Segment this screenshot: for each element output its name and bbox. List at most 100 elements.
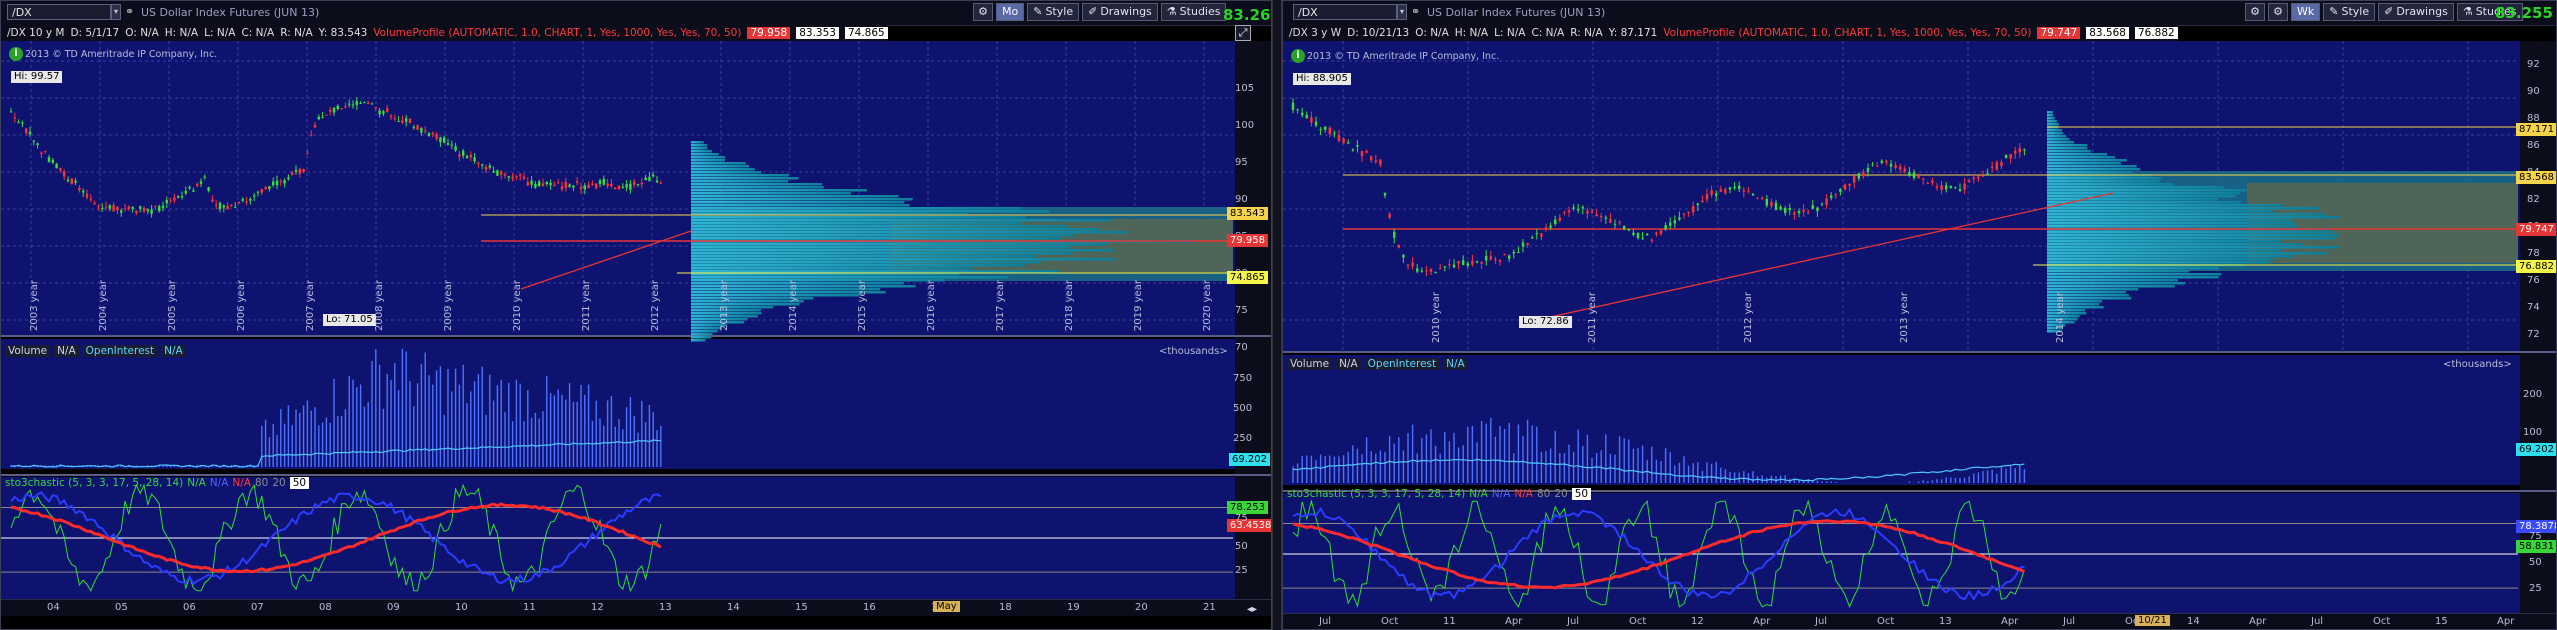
settings-icon[interactable]: ⚙ — [973, 3, 993, 21]
volume-profile-bar — [691, 195, 899, 198]
candle-body — [1443, 266, 1446, 268]
candle-body — [180, 196, 184, 198]
candle-body — [1544, 227, 1548, 229]
time-axis-label: 15 — [2435, 616, 2448, 627]
volume-profile-bar — [691, 261, 1041, 264]
candle-body — [469, 154, 472, 158]
stoch-axis-50: 50 — [2529, 557, 2542, 568]
time-axis-label: Apr — [2001, 616, 2019, 627]
vol-axis-100: 100 — [2523, 427, 2543, 438]
volume-profile-bar — [2047, 249, 2282, 252]
info-y: Y: 83.543 — [318, 27, 368, 39]
candle-body — [226, 205, 229, 210]
candle-body — [560, 186, 564, 190]
info-icon[interactable]: i — [9, 47, 23, 61]
settings2-icon[interactable]: ⚙ — [2268, 3, 2288, 21]
candle-body — [1632, 232, 1635, 236]
volume-profile-bar — [2047, 204, 2284, 207]
symbol-input-right[interactable]: /DX — [1293, 4, 1397, 20]
stoch-axis-50: 50 — [1235, 541, 1248, 552]
candle-body — [1954, 187, 1957, 189]
candle-body — [101, 207, 104, 209]
candle-body — [116, 207, 119, 211]
drawings-button[interactable]: ✐ Drawings — [2378, 3, 2454, 21]
info-date: D: 10/21/13 — [1347, 27, 1410, 39]
price-pane-bg — [1, 41, 1271, 335]
candle-body — [2018, 148, 2021, 153]
drawings-button[interactable]: ✐ Drawings — [1082, 3, 1158, 21]
volume-profile-bar — [691, 156, 726, 159]
settings-icon[interactable]: ⚙ — [2245, 3, 2265, 21]
candle-body — [617, 185, 621, 190]
style-button[interactable]: ✎ Style — [1027, 3, 1080, 21]
candle-body — [2023, 149, 2026, 151]
hi-label: Hi: 88.905 — [1293, 73, 1351, 85]
candle-body — [633, 181, 636, 185]
volume-pane-bg — [1283, 355, 2556, 485]
volume-header-left: Volume N/A OpenInterest N/A — [5, 344, 186, 358]
candle-body — [294, 170, 298, 172]
info-volume-profile: VolumeProfile (AUTOMATIC, 1.0, CHART, 1,… — [1663, 27, 2032, 39]
candle-body — [1807, 212, 1810, 214]
expand-icon[interactable]: ⤢ — [1235, 25, 1251, 41]
candle-body — [1655, 232, 1658, 235]
volume-profile-bar — [2047, 261, 2270, 264]
candle-body — [1816, 207, 1819, 212]
candle-body — [1848, 183, 1851, 186]
style-button[interactable]: ✎ Style — [2323, 3, 2376, 21]
volume-profile-bar — [691, 306, 773, 309]
info-close: C: N/A — [1531, 27, 1565, 39]
stoch-label: sto3chastic (5, 3, 3, 17, 5, 28, 14) — [1287, 488, 1466, 500]
year-label: 2019 year — [1133, 280, 1144, 331]
info-high: H: N/A — [164, 27, 199, 39]
year-label: 2008 year — [374, 280, 385, 331]
panel-splitter[interactable] — [1272, 0, 1282, 630]
style-icon: ✎ — [2329, 5, 2339, 18]
time-axis-label: Apr — [2249, 616, 2267, 627]
drawings-label: Drawings — [2396, 5, 2448, 18]
volume-profile-bar — [2047, 120, 2058, 123]
volume-profile-bar — [2047, 231, 2335, 234]
studies-button[interactable]: ⚗ Studies — [1160, 3, 1227, 21]
drawings-label: Drawings — [1100, 5, 1152, 18]
volume-profile-bar — [2047, 138, 2070, 141]
volume-profile-bar — [2047, 183, 2174, 186]
price-axis-label: 90 — [1235, 194, 1248, 205]
candle-body — [1337, 135, 1341, 141]
volume-profile-bar — [691, 225, 1069, 228]
info-icon[interactable]: i — [1291, 49, 1305, 63]
time-axis-label: 15 — [795, 602, 808, 613]
candle-body — [1834, 194, 1837, 196]
volume-profile-bar — [691, 294, 860, 297]
candle-body — [1981, 175, 1985, 177]
candle-body — [139, 206, 142, 209]
scroll-arrows-icon[interactable]: ◂▸ — [1247, 604, 1257, 615]
symbol-input-left[interactable]: /DX — [7, 4, 111, 20]
aggregation-button[interactable]: Mo — [996, 3, 1025, 21]
stoch-na3: N/A — [1514, 488, 1533, 500]
volume-profile-bar — [2047, 222, 2295, 225]
candle-body — [439, 137, 442, 143]
volume-pane-bg — [1, 339, 1271, 469]
candle-body — [659, 183, 662, 185]
chart-canvas-right[interactable] — [1283, 41, 2557, 615]
chart-canvas-left[interactable] — [1, 41, 1272, 615]
candle-body — [131, 206, 134, 209]
studies-label: Studies — [1179, 5, 1221, 18]
candle-body — [1682, 213, 1686, 215]
price-tag-mid: 79.747 — [2516, 223, 2556, 236]
info-bar-right: /DX 3 y W D: 10/21/13 O: N/A H: N/A L: N… — [1283, 25, 2178, 41]
candle-body — [1678, 217, 1681, 220]
candle-body — [1830, 195, 1833, 198]
volume-profile-bar — [691, 246, 1071, 249]
link-icon[interactable]: ⚭ — [125, 5, 136, 19]
candle-body — [1416, 268, 1419, 272]
aggregation-button[interactable]: Wk — [2291, 3, 2321, 21]
stoch-axis-25: 25 — [1235, 565, 1248, 576]
symbol-dropdown-icon[interactable]: ▾ — [1397, 4, 1407, 20]
time-axis-label: Apr — [1753, 616, 1771, 627]
symbol-dropdown-icon[interactable]: ▾ — [111, 4, 121, 20]
stoch-na1: N/A — [187, 477, 206, 489]
time-axis-label: 10 — [455, 602, 468, 613]
link-icon[interactable]: ⚭ — [1411, 5, 1422, 19]
